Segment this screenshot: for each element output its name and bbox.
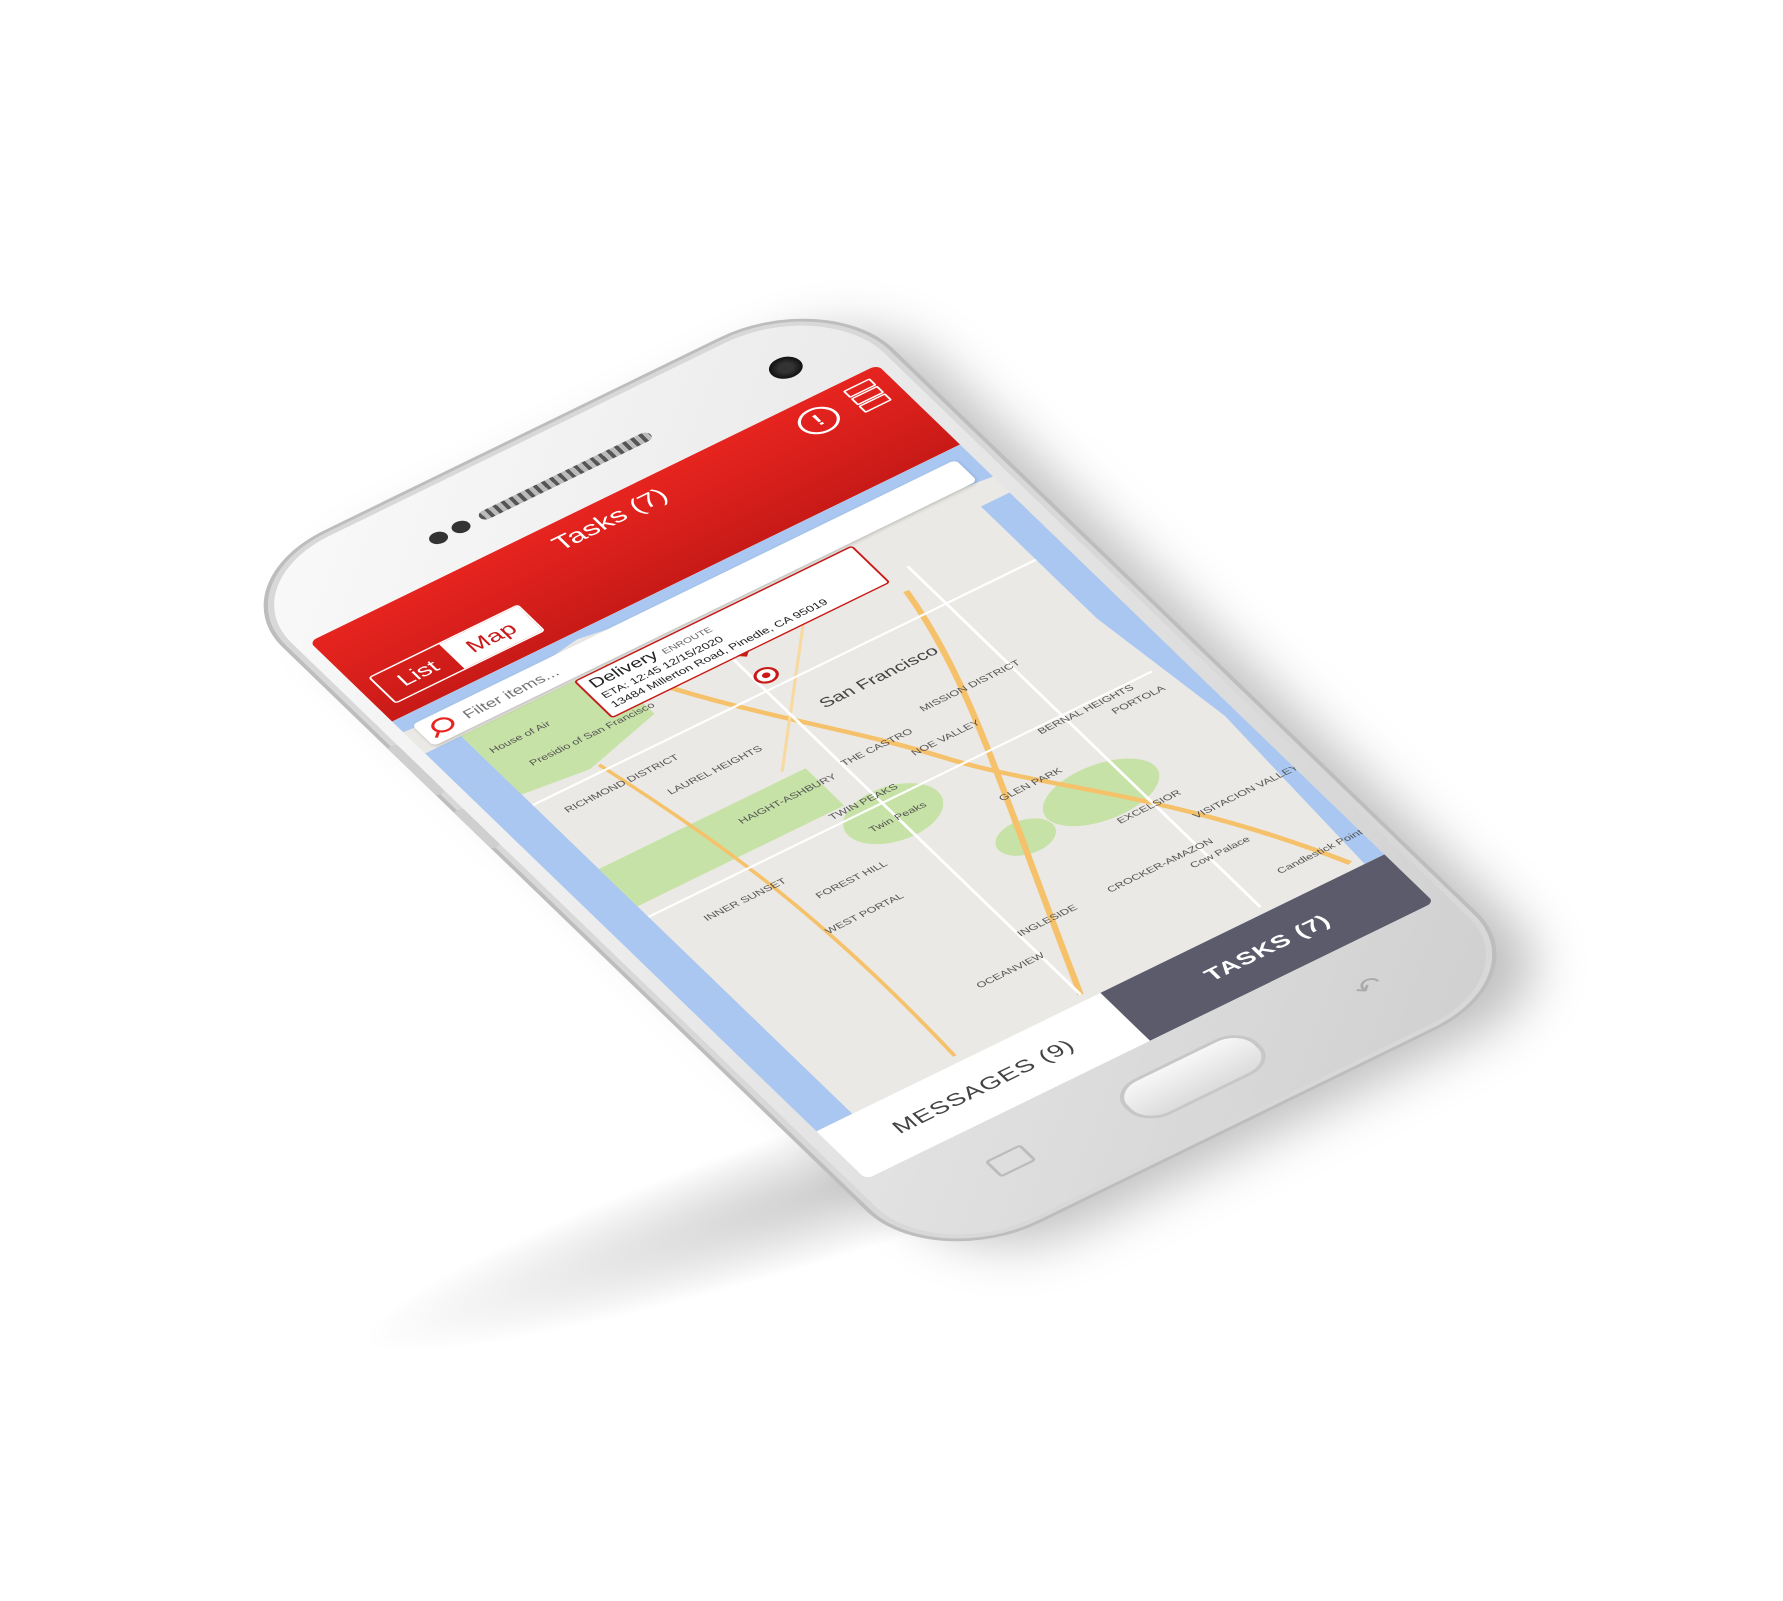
search-icon (426, 714, 459, 736)
phone-device: Tasks (7) ! List Map DeliveryENROUTE ETA… (230, 294, 1530, 1266)
